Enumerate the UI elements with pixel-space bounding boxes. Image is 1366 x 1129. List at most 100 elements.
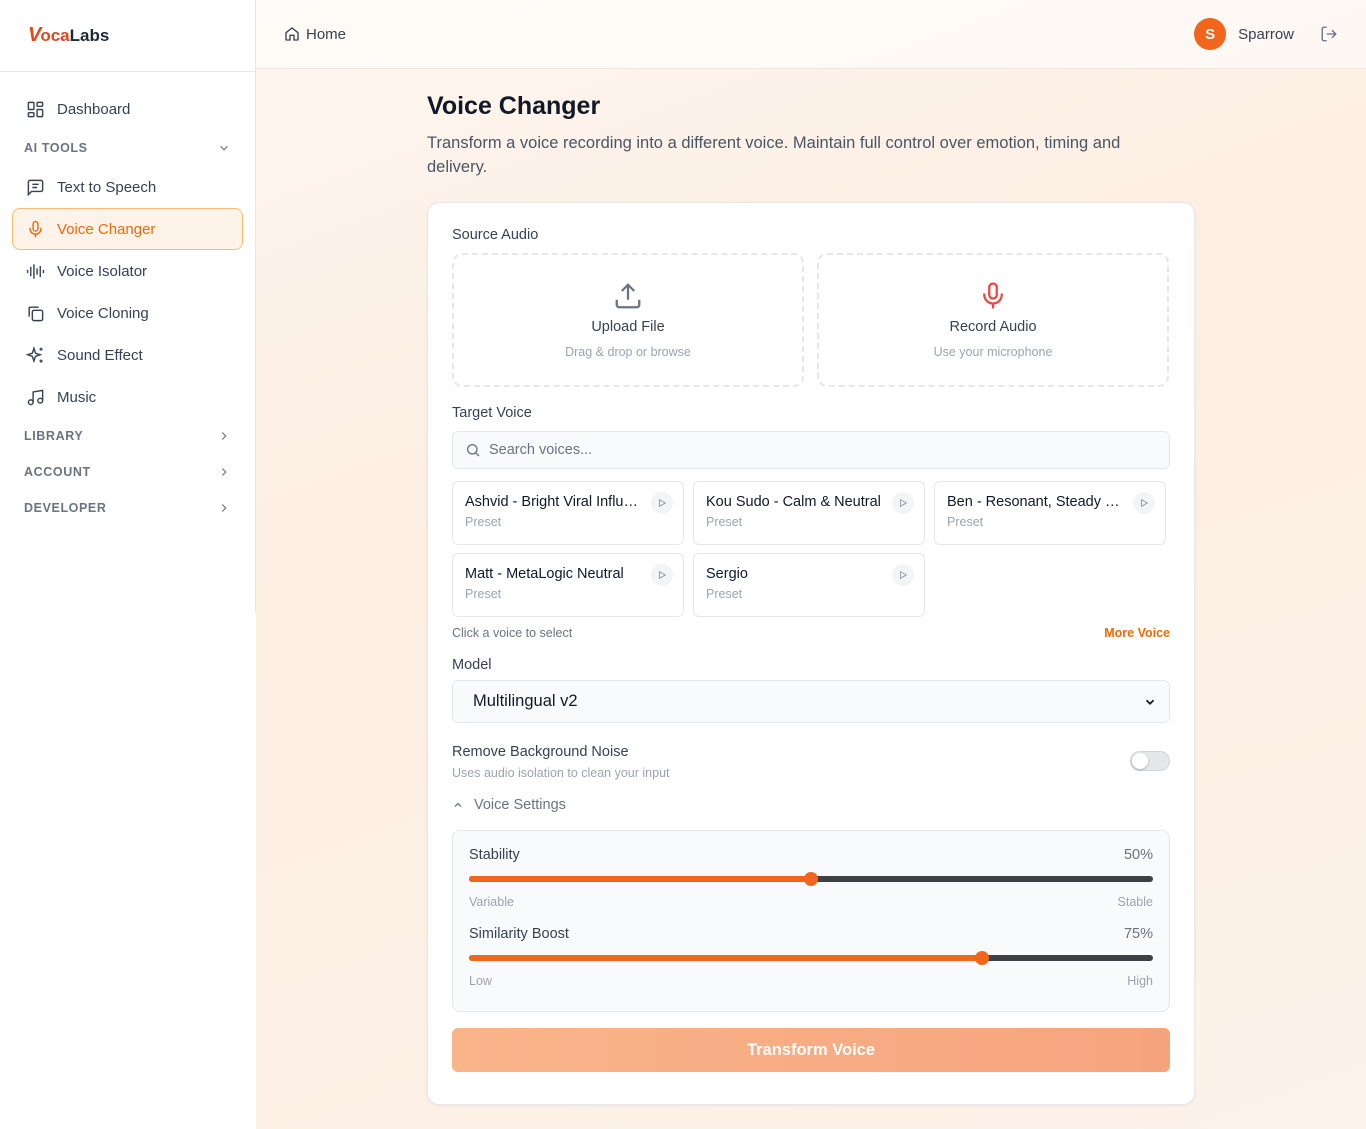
mic-icon [983, 282, 1003, 309]
sidebar-item-voice-cloning[interactable]: Voice Cloning [12, 292, 243, 334]
play-preview-button[interactable] [651, 564, 673, 586]
stability-high-label: Stable [1117, 895, 1153, 909]
upload-icon [615, 283, 641, 309]
chevron-down-icon [1145, 699, 1155, 705]
upload-file-dropzone[interactable]: Upload File Drag & drop or browse [452, 253, 804, 387]
stability-ends: Variable Stable [469, 895, 1153, 909]
play-preview-button[interactable] [892, 564, 914, 586]
sidebar-nav: Dashboard AI TOOLS Text to Speech Voice … [0, 72, 255, 542]
voice-settings-panel: Stability 50% Variable Stable Similarity… [452, 830, 1170, 1012]
music-icon [25, 387, 45, 407]
section-developer[interactable]: DEVELOPER [12, 490, 243, 526]
logo-oca: oca [40, 25, 70, 45]
grid-icon [25, 99, 45, 119]
voice-card[interactable]: Matt - MetaLogic Neutral Preset [452, 553, 684, 617]
stability-slider[interactable] [469, 871, 1153, 887]
transform-voice-button[interactable]: Transform Voice [452, 1028, 1170, 1072]
similarity-row: Similarity Boost 75% [469, 926, 1153, 942]
sidebar-item-label: Dashboard [57, 100, 131, 118]
page-subtitle: Transform a voice recording into a diffe… [427, 134, 1121, 176]
voice-settings-toggle[interactable]: Voice Settings [452, 797, 1170, 813]
similarity-value: 75% [1123, 926, 1153, 942]
voice-search [452, 431, 1170, 469]
slider-fill [469, 876, 811, 882]
stability-low-label: Variable [469, 895, 514, 909]
section-ai-tools[interactable]: AI TOOLS [12, 130, 243, 166]
sparkles-icon [25, 345, 45, 365]
logo[interactable]: Voca Labs [0, 0, 255, 72]
play-preview-button[interactable] [651, 492, 673, 514]
chevron-right-icon [221, 504, 227, 512]
upload-title: Upload File [591, 319, 665, 335]
voice-settings-label: Voice Settings [474, 797, 566, 813]
stability-row: Stability 50% [469, 847, 1153, 863]
play-icon [658, 570, 667, 580]
sidebar-item-text-to-speech[interactable]: Text to Speech [12, 166, 243, 208]
section-library[interactable]: LIBRARY [12, 418, 243, 454]
main-content: Voice Changer Transform a voice recordin… [427, 92, 1195, 1105]
voice-card[interactable]: Ben - Resonant, Steady Narrator Preset [934, 481, 1166, 545]
section-label: DEVELOPER [24, 501, 107, 515]
sidebar-item-voice-changer[interactable]: Voice Changer [12, 208, 243, 250]
voice-name: Ben - Resonant, Steady Narrator [947, 494, 1123, 510]
voice-card[interactable]: Sergio Preset [693, 553, 925, 617]
top-header: Home S Sparrow [256, 0, 1366, 69]
voice-card[interactable]: Ashvid - Bright Viral Influencer Preset [452, 481, 684, 545]
slider-thumb[interactable] [804, 872, 818, 886]
breadcrumb-home: Home [306, 25, 347, 43]
chevron-down-icon [220, 145, 228, 151]
target-voice-label: Target Voice [452, 405, 532, 421]
search-input[interactable] [489, 442, 1089, 458]
similarity-low-label: Low [469, 974, 492, 988]
page-title: Voice Changer [427, 92, 601, 120]
logout-icon [1321, 26, 1337, 42]
voice-changer-card: Source Audio Upload File Drag & drop or … [427, 202, 1195, 1105]
sidebar-item-label: Voice Isolator [57, 262, 148, 280]
sidebar-item-sound-effect[interactable]: Sound Effect [12, 334, 243, 376]
logout-button[interactable] [1320, 25, 1338, 43]
avatar[interactable]: S [1194, 18, 1227, 50]
voice-name: Sergio [706, 566, 748, 582]
noise-row: Remove Background Noise Uses audio isola… [452, 744, 1170, 780]
chevron-right-icon [221, 432, 227, 440]
play-icon [899, 498, 908, 508]
logo-v: V [28, 24, 41, 46]
voice-type: Preset [465, 515, 502, 529]
record-audio-dropzone[interactable]: Record Audio Use your microphone [817, 253, 1169, 387]
noise-toggle[interactable] [1130, 751, 1170, 771]
chevron-up-icon [454, 802, 462, 807]
similarity-label: Similarity Boost [469, 926, 569, 942]
source-dropzones: Upload File Drag & drop or browse Record… [452, 253, 1170, 387]
play-preview-button[interactable] [1133, 492, 1155, 514]
similarity-slider[interactable] [469, 950, 1153, 966]
voice-name: Kou Sudo - Calm & Neutral [706, 494, 881, 510]
model-select[interactable]: Multilingual v2 [452, 680, 1170, 723]
sidebar-item-label: Music [57, 388, 97, 406]
voice-card[interactable]: Kou Sudo - Calm & Neutral Preset [693, 481, 925, 545]
voice-grid: Ashvid - Bright Viral Influencer Preset … [452, 481, 1170, 617]
slider-thumb[interactable] [975, 951, 989, 965]
sidebar-item-label: Voice Changer [57, 220, 156, 238]
play-preview-button[interactable] [892, 492, 914, 514]
message-square-icon [25, 177, 45, 197]
toggle-knob [1132, 753, 1148, 769]
chevron-right-icon [221, 468, 227, 476]
record-subtitle: Use your microphone [933, 345, 1053, 359]
voice-footer: Click a voice to select More Voice [452, 626, 1170, 640]
mic-icon [25, 219, 45, 239]
sidebar-fill [0, 612, 256, 1129]
username[interactable]: Sparrow [1238, 26, 1294, 43]
source-audio-label: Source Audio [452, 227, 539, 243]
breadcrumb[interactable]: Home [284, 26, 346, 43]
sidebar-item-voice-isolator[interactable]: Voice Isolator [12, 250, 243, 292]
voice-type: Preset [706, 515, 743, 529]
sidebar-item-music[interactable]: Music [12, 376, 243, 418]
stability-value: 50% [1123, 847, 1153, 863]
sidebar-item-dashboard[interactable]: Dashboard [12, 88, 243, 130]
sidebar-item-label: Sound Effect [57, 346, 143, 364]
more-voice-link[interactable]: More Voice [1104, 626, 1170, 640]
section-account[interactable]: ACCOUNT [12, 454, 243, 490]
play-icon [1140, 498, 1149, 508]
sidebar-item-label: Voice Cloning [57, 304, 149, 322]
voice-hint: Click a voice to select [452, 626, 573, 640]
